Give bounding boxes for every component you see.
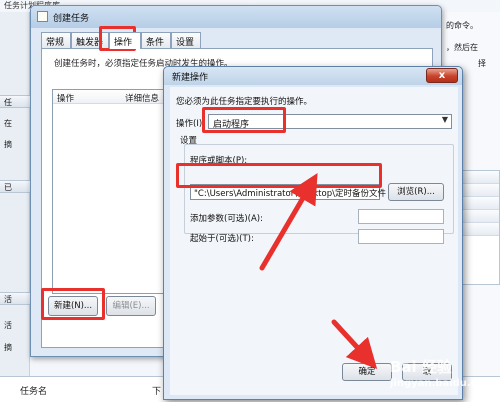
action-select-highlight <box>202 107 286 133</box>
side-label: 任 <box>4 98 12 107</box>
tab-actions[interactable]: 操作 <box>109 32 141 49</box>
right-text: ，然后在 <box>446 43 478 52</box>
chevron-down-icon: ▼ <box>441 115 448 124</box>
action-list-header: 操作 详细信息 <box>53 90 163 104</box>
instruction-text: 您必须为此任务指定要执行的操作。 <box>176 97 313 107</box>
ok-button[interactable]: 确定 <box>342 363 392 381</box>
side-label: 活 <box>4 295 12 304</box>
new-button-highlight <box>41 288 105 320</box>
create-task-title: 创建任务 <box>53 14 90 24</box>
tab-conditions[interactable]: 条件 <box>141 32 171 48</box>
right-text: 择 <box>478 59 486 68</box>
create-task-titlebar[interactable]: 创建任务 <box>31 6 441 28</box>
column-task-name[interactable]: 任务名 <box>20 384 47 397</box>
baidu-watermark: Bai 经验 jingyan.baidu.com <box>390 352 500 402</box>
task-window-icon <box>37 11 48 22</box>
new-action-title: 新建操作 <box>172 73 209 83</box>
action-label: 操作(I): <box>176 119 206 129</box>
arguments-input[interactable] <box>358 209 444 224</box>
side-label: 在 <box>4 119 12 128</box>
program-path-value: "C:\Users\Administrator\Desktop\定时备份文件 .… <box>194 189 410 199</box>
tab-general[interactable]: 常规 <box>41 32 71 48</box>
side-label: 活 <box>4 321 12 330</box>
new-action-titlebar[interactable]: 新建操作 x <box>164 67 462 85</box>
arguments-label: 添加参数(可选)(A): <box>190 214 263 224</box>
start-in-label: 起始于(可选)(T): <box>190 234 254 244</box>
watermark-line1: Bai 经验 <box>390 358 452 376</box>
side-label: 已 <box>4 183 12 192</box>
browse-button[interactable]: 浏览(R)... <box>388 183 444 201</box>
column-action[interactable]: 操作 <box>57 92 74 104</box>
side-label: 摘 <box>4 140 12 149</box>
new-action-body: 您必须为此任务指定要执行的操作。 操作(I): 启动程序 ▼ 设置 程序或脚本(… <box>170 87 458 395</box>
close-button[interactable]: x <box>426 68 458 83</box>
side-label: 摘 <box>4 343 12 352</box>
program-path-highlight <box>176 163 382 188</box>
watermark-line2: jingyan.baidu.com <box>390 378 494 389</box>
column-header[interactable]: 下 <box>152 384 161 397</box>
scheduler-left-panel: 任 在 摘 已 活 活 摘 <box>0 12 30 402</box>
tab-settings[interactable]: 设置 <box>171 32 201 48</box>
start-in-input[interactable] <box>358 229 444 244</box>
close-icon: x <box>438 70 446 81</box>
column-details[interactable]: 详细信息 <box>125 92 159 104</box>
edit-action-button[interactable]: 编辑(E)... <box>106 296 156 316</box>
action-list[interactable]: 操作 详细信息 <box>52 89 164 294</box>
right-text: 的命令。 <box>446 21 478 30</box>
